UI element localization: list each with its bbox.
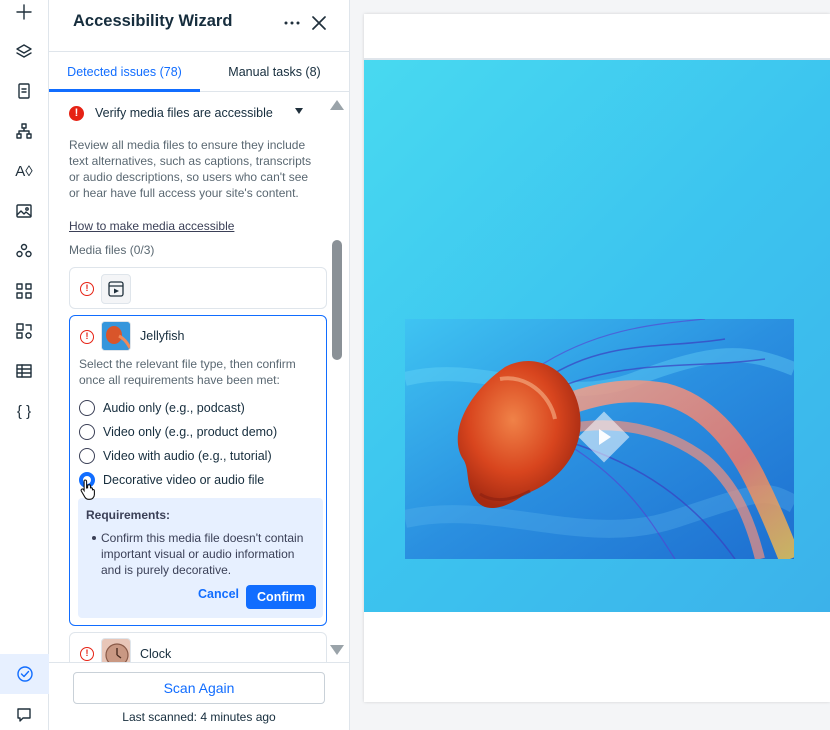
scrollbar[interactable]: [329, 92, 345, 662]
requirements-text: Confirm this media file doesn't contain …: [101, 531, 304, 577]
error-outline-icon: !: [80, 330, 94, 344]
last-scanned-text: Last scanned: 4 minutes ago: [122, 710, 276, 724]
cms-table-icon[interactable]: [12, 359, 36, 383]
issues-list[interactable]: ! Verify media files are accessible Revi…: [49, 92, 349, 662]
design-icon[interactable]: A◊: [12, 159, 36, 183]
confirm-button[interactable]: Confirm: [246, 585, 316, 609]
left-toolbar: A◊ { }: [0, 0, 49, 730]
media-name: Jellyfish: [140, 329, 185, 343]
bullet: [92, 536, 96, 540]
radio-button[interactable]: [79, 448, 95, 464]
code-braces-icon[interactable]: { }: [12, 399, 36, 423]
site-page: [364, 14, 830, 702]
jellyfish-video[interactable]: [405, 319, 794, 559]
scroll-down-arrow-icon[interactable]: [330, 645, 344, 655]
pages-icon[interactable]: [12, 79, 36, 103]
play-icon[interactable]: [599, 429, 611, 445]
issue-header[interactable]: ! Verify media files are accessible: [69, 104, 309, 124]
site-structure-icon[interactable]: [12, 119, 36, 143]
radio-label: Audio only (e.g., podcast): [103, 401, 245, 415]
media-name: Clock: [140, 647, 172, 661]
business-apps-icon[interactable]: [12, 319, 36, 343]
error-icon: !: [69, 106, 84, 121]
jellyfish-thumbnail: [101, 321, 131, 351]
how-to-link[interactable]: How to make media accessible: [69, 219, 234, 233]
radio-label: Decorative video or audio file: [103, 473, 265, 487]
add-icon[interactable]: [12, 0, 36, 24]
chat-icon[interactable]: [12, 703, 36, 727]
cancel-button[interactable]: Cancel: [198, 587, 239, 601]
more-options-button[interactable]: [281, 12, 303, 34]
tab-manual-tasks[interactable]: Manual tasks (8): [200, 52, 349, 92]
instruction-text: Select the relevant file type, then conf…: [79, 357, 296, 387]
hand-cursor-icon: [80, 479, 95, 500]
more-dots-icon: [284, 21, 300, 25]
media-files-label: Media files (0/3): [69, 243, 155, 257]
issue-description: Review all media files to ensure they in…: [69, 138, 312, 200]
accessibility-check-icon[interactable]: [0, 654, 49, 694]
braces-glyph: { }: [16, 402, 32, 420]
apps-grid-icon[interactable]: [12, 279, 36, 303]
radio-button[interactable]: [79, 400, 95, 416]
requirements-title: Requirements:: [86, 508, 171, 522]
requirements-box: Requirements: Confirm this media file do…: [78, 498, 323, 618]
tabs: Detected issues (78) Manual tasks (8): [49, 52, 349, 92]
error-outline-icon: !: [80, 647, 94, 661]
radio-label: Video only (e.g., product demo): [103, 425, 278, 439]
video-file-icon: [101, 274, 131, 304]
media-strip[interactable]: [364, 60, 830, 612]
scroll-up-arrow-icon[interactable]: [330, 100, 344, 110]
editor-canvas: [350, 0, 830, 730]
layers-icon[interactable]: [12, 39, 36, 63]
panel-title: Accessibility Wizard: [73, 12, 233, 30]
media-card-jellyfish[interactable]: ! Jellyfish Select the relevant file typ…: [69, 315, 327, 626]
scroll-thumb[interactable]: [332, 240, 342, 360]
error-outline-icon: !: [80, 282, 94, 296]
panel-header: Accessibility Wizard: [49, 0, 349, 52]
media-card-clock[interactable]: ! Clock: [69, 632, 327, 662]
apps-market-icon[interactable]: [12, 239, 36, 263]
issue-title: Verify media files are accessible: [95, 106, 273, 120]
radio-button[interactable]: [79, 424, 95, 440]
typography-glyph: A◊: [15, 162, 33, 180]
clock-thumbnail: [101, 638, 131, 662]
radio-label: Video with audio (e.g., tutorial): [103, 449, 272, 463]
panel-footer: Scan Again Last scanned: 4 minutes ago: [49, 662, 349, 730]
close-button[interactable]: [308, 12, 330, 34]
accessibility-wizard-panel: Accessibility Wizard Detected issues (78…: [49, 0, 350, 730]
media-icon[interactable]: [12, 199, 36, 223]
chevron-down-icon[interactable]: [295, 108, 303, 114]
scan-again-button[interactable]: Scan Again: [73, 672, 325, 704]
media-card-untitled[interactable]: !: [69, 267, 327, 309]
tab-detected-issues[interactable]: Detected issues (78): [49, 52, 200, 92]
close-icon: [312, 16, 326, 30]
